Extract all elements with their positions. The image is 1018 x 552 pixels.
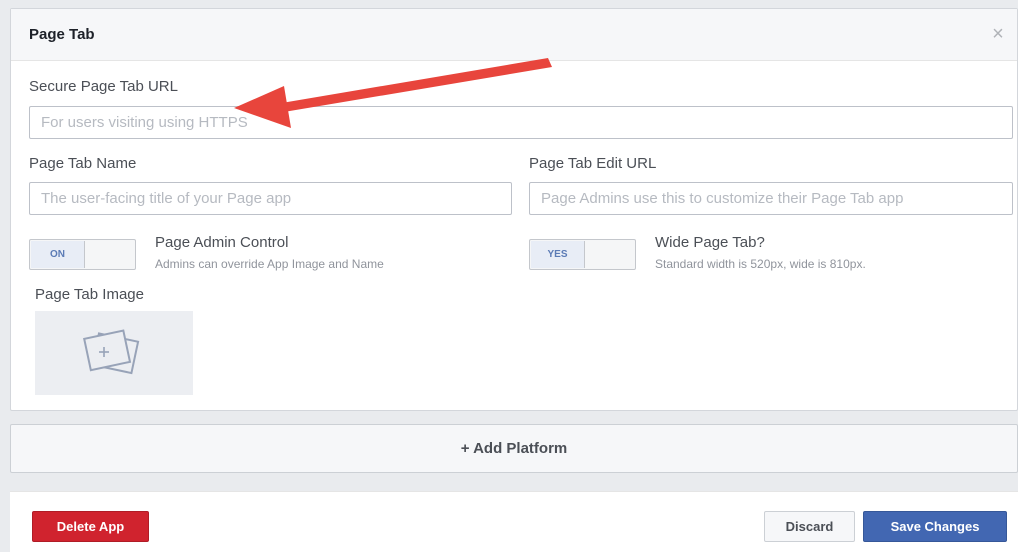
panel-header: Page Tab × [11,9,1017,61]
secure-url-label: Secure Page Tab URL [29,78,178,95]
edit-url-input[interactable] [529,182,1013,215]
wide-tab-state: YES [531,241,585,268]
discard-button[interactable]: Discard [764,511,855,542]
wide-tab-description: Standard width is 520px, wide is 810px. [655,257,866,271]
admin-control-toggle[interactable]: ON [29,239,136,270]
tab-image-upload[interactable] [35,311,193,395]
footer-bar: Delete App Discard Save Changes [10,491,1018,552]
admin-control-title: Page Admin Control [155,234,289,251]
panel-title: Page Tab [29,26,95,43]
delete-app-button[interactable]: Delete App [32,511,149,542]
admin-control-state: ON [31,241,85,268]
close-icon[interactable]: × [987,23,1009,45]
tab-name-label: Page Tab Name [29,155,137,172]
wide-tab-title: Wide Page Tab? [655,234,765,251]
secure-url-input[interactable] [29,106,1013,139]
edit-url-label: Page Tab Edit URL [529,155,657,172]
page-tab-panel: Page Tab × Secure Page Tab URL Page Tab … [10,8,1018,411]
admin-control-description: Admins can override App Image and Name [155,257,384,271]
save-changes-button[interactable]: Save Changes [863,511,1007,542]
add-image-icon [83,329,140,375]
wide-tab-toggle[interactable]: YES [529,239,636,270]
tab-image-label: Page Tab Image [35,286,144,303]
tab-name-input[interactable] [29,182,512,215]
add-platform-button[interactable]: + Add Platform [10,424,1018,473]
